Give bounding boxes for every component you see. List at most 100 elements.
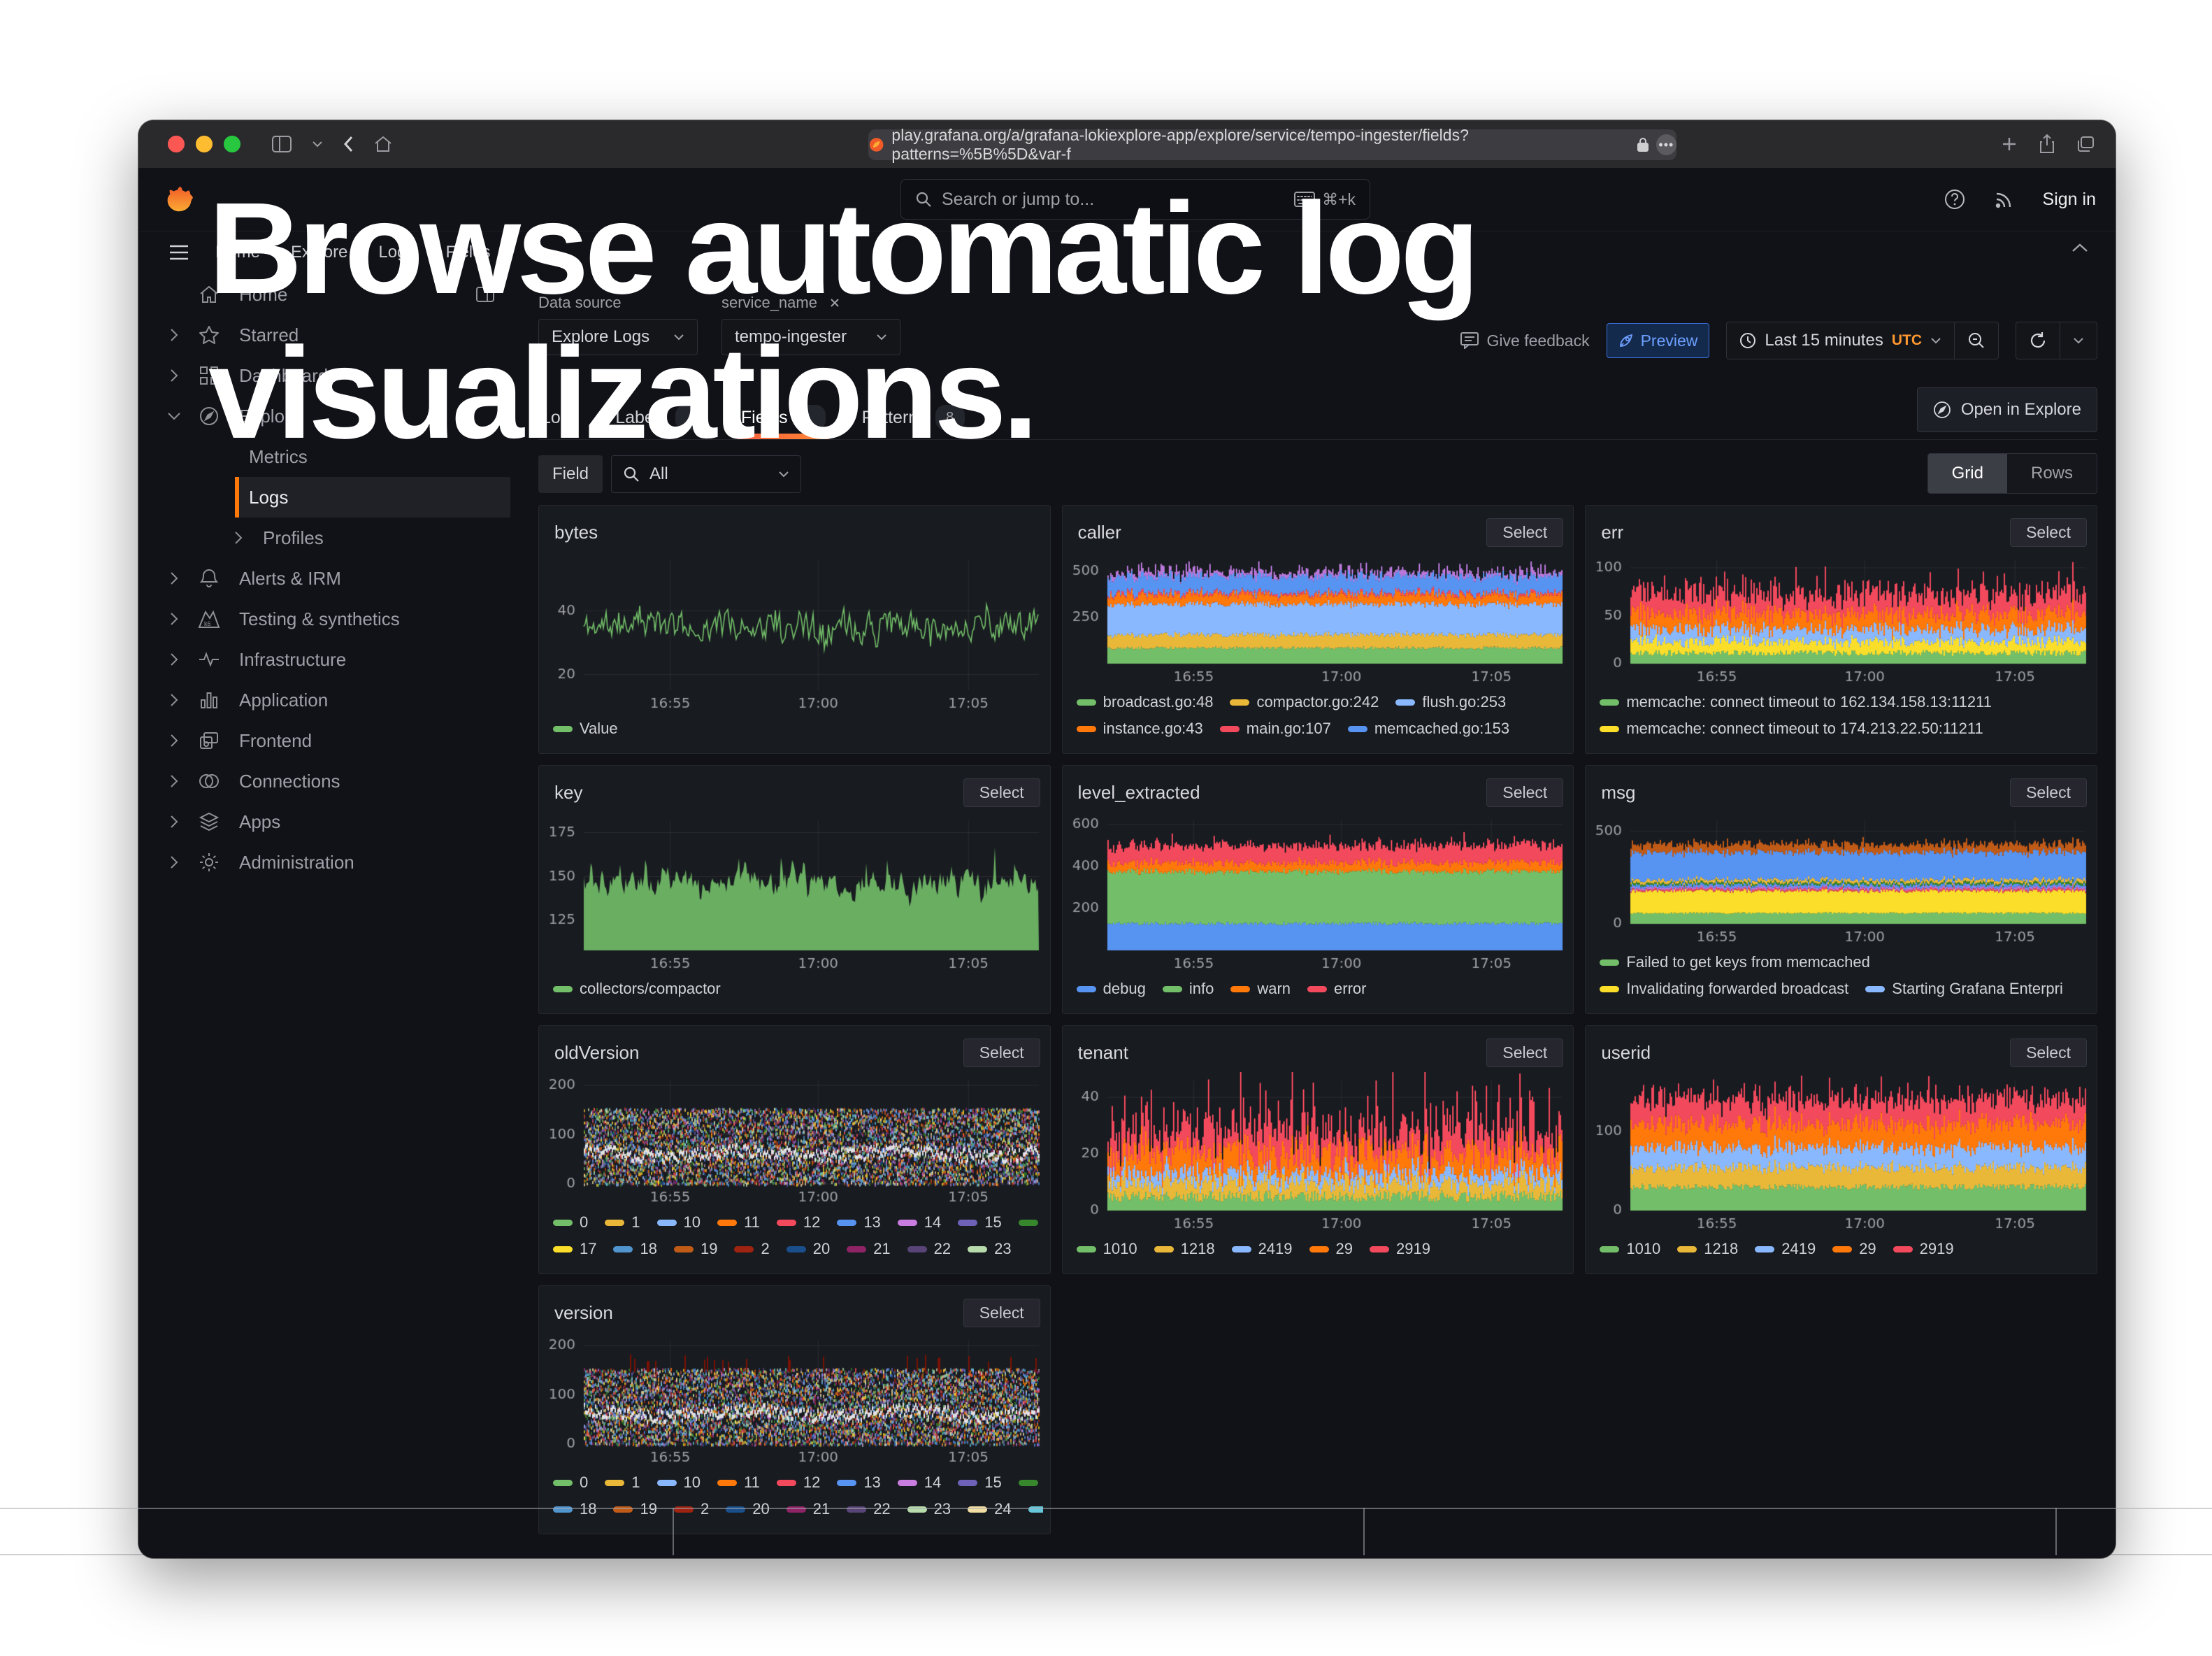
close-window-button[interactable] [168,136,185,152]
search-input[interactable]: Search or jump to... ⌘+k [900,179,1370,220]
legend-item[interactable]: 18 [613,1240,656,1258]
chevron-right-icon[interactable] [164,855,185,870]
chevron-right-icon[interactable] [164,611,185,627]
chevron-right-icon[interactable] [164,571,185,586]
legend-item[interactable]: 20 [726,1500,769,1518]
legend-item[interactable]: 20 [787,1240,830,1258]
legend-item[interactable]: info [1163,980,1214,998]
panel-chart[interactable] [539,552,1050,718]
refresh-button[interactable] [2016,322,2060,359]
panel-chart[interactable] [539,1072,1050,1212]
sidebar-item-profiles[interactable]: Profiles [235,518,510,558]
legend-item[interactable]: 21 [847,1240,890,1258]
legend-item[interactable]: 0 [553,1213,588,1232]
chevron-right-icon[interactable] [164,814,185,829]
home-icon[interactable] [373,135,393,153]
legend-item[interactable]: 23 [968,1240,1011,1258]
back-icon[interactable] [343,135,354,153]
sidebar-item-connections[interactable]: Connections [138,761,510,801]
legend-item[interactable]: 16 [1019,1473,1043,1492]
legend-item[interactable]: Value [553,720,618,738]
field-chip[interactable]: Field [538,455,603,493]
breadcrumb-item-explore[interactable]: Explore [291,243,347,262]
legend-item[interactable]: 1218 [1677,1240,1738,1258]
legend-item[interactable]: 2 [734,1240,769,1258]
legend-item[interactable]: memcached.go:153 [1348,720,1509,738]
legend-item[interactable]: 18 [553,1500,596,1518]
panel-chart[interactable] [1586,812,2097,952]
sign-in-button[interactable]: Sign in [2043,190,2096,210]
sidebar-item-infrastructure[interactable]: Infrastructure [138,639,510,680]
time-zoom-out-button[interactable] [1955,322,1998,359]
legend-item[interactable]: 12 [777,1213,820,1232]
chevron-right-icon[interactable] [164,773,185,789]
panel-chart[interactable] [1586,552,2097,692]
legend-item[interactable]: Failed to get keys from memcached [1600,953,1869,971]
breadcrumb-item-logs[interactable]: Logs [378,243,415,262]
news-rss-icon[interactable] [1994,189,2015,210]
preview-badge[interactable]: Preview [1607,323,1710,358]
panel-chart[interactable] [1063,552,1574,692]
chevron-down-icon[interactable] [312,141,323,148]
sidebar-toggle-icon[interactable] [271,135,292,153]
chevron-down-icon[interactable] [164,411,185,421]
tab-patterns[interactable]: Patterns8 [859,386,968,439]
legend-item[interactable]: 1 [605,1473,640,1492]
select-field-button[interactable]: Select [2010,778,2087,807]
legend-item[interactable]: 10 [657,1213,701,1232]
url-bar[interactable]: play.grafana.org/a/grafana-lokiexplore-a… [868,129,1676,160]
layout-toggle-grid[interactable]: Grid [1928,454,2007,493]
datasource-select[interactable]: Explore Logs [538,319,698,355]
chevron-right-icon[interactable] [228,530,249,545]
sidebar-item-testing-synthetics[interactable]: k6Testing & synthetics [138,599,510,639]
legend-item[interactable]: 29 [1309,1240,1353,1258]
legend-item[interactable]: 0 [553,1473,588,1492]
select-field-button[interactable]: Select [2010,1038,2087,1067]
tab-labels[interactable]: Labels [612,386,708,439]
collapse-section-icon[interactable] [2071,242,2089,253]
panel-chart[interactable] [539,812,1050,978]
legend-item[interactable]: 1218 [1154,1240,1215,1258]
legend-item[interactable]: 13 [837,1473,880,1492]
sidebar-item-administration[interactable]: Administration [138,842,510,883]
sidebar-item-home[interactable]: Home [138,274,510,315]
legend-item[interactable]: 14 [898,1473,941,1492]
panel-right-icon[interactable] [475,286,495,303]
url-more-icon[interactable]: ••• [1656,134,1676,155]
legend-item[interactable]: 29 [1832,1240,1876,1258]
legend-item[interactable]: 15 [958,1473,1001,1492]
legend-item[interactable]: Starting Grafana Enterpri [1865,980,2063,998]
service-name-select[interactable]: tempo-ingester [721,319,900,355]
legend-item[interactable]: 11 [717,1213,760,1232]
share-icon[interactable] [2039,134,2055,154]
legend-item[interactable]: instance.go:43 [1077,720,1203,738]
select-field-button[interactable]: Select [1486,778,1563,807]
grafana-logo[interactable] [164,183,196,215]
select-field-button[interactable]: Select [1486,518,1563,547]
legend-item[interactable]: 2 [674,1500,709,1518]
legend-item[interactable]: 16 [1019,1213,1043,1232]
give-feedback-button[interactable]: Give feedback [1460,331,1590,350]
mega-menu-toggle-icon[interactable] [169,245,189,260]
legend-item[interactable]: 2919 [1370,1240,1430,1258]
time-range-picker[interactable]: Last 15 minutes UTC [1727,322,1954,359]
breadcrumb-item-fields[interactable]: Fields [445,243,490,262]
legend-item[interactable]: 12 [777,1473,820,1492]
legend-item[interactable]: 14 [898,1213,941,1232]
sidebar-item-dashboards[interactable]: Dashboards [138,355,510,396]
panel-chart[interactable] [1063,1072,1574,1239]
sidebar-item-logs[interactable]: Logs [235,477,510,518]
sidebar-item-alerts-irm[interactable]: Alerts & IRM [138,558,510,599]
legend-item[interactable]: 19 [674,1240,717,1258]
field-search-select[interactable]: All [611,455,801,493]
minimize-window-button[interactable] [196,136,213,152]
legend-item[interactable]: 2919 [1893,1240,1954,1258]
legend-item[interactable]: 2419 [1755,1240,1816,1258]
legend-item[interactable]: 10 [657,1473,701,1492]
select-field-button[interactable]: Select [963,1038,1040,1067]
legend-item[interactable]: 1 [605,1213,640,1232]
panel-chart[interactable] [539,1332,1050,1472]
legend-item[interactable]: memcache: connect timeout to 162.134.158… [1600,693,1992,711]
layout-toggle-rows[interactable]: Rows [2007,454,2097,493]
legend-item[interactable]: Invalidating forwarded broadcast [1600,980,1848,998]
